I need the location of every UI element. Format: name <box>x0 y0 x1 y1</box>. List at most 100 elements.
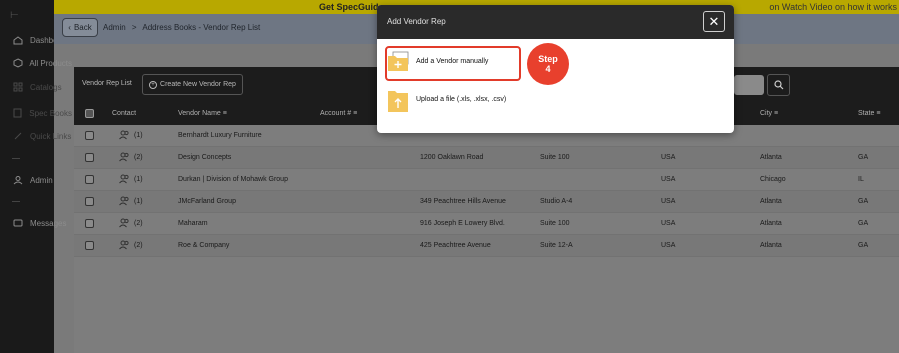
create-vendor-rep-button[interactable]: + Create New Vendor Rep <box>142 74 243 95</box>
step-badge-line2: 4 <box>545 64 551 74</box>
sidebar-item-messages[interactable]: Messages <box>12 216 72 230</box>
cell-state: IL <box>858 176 864 183</box>
cell-state: GA <box>858 220 869 227</box>
column-label: Account # <box>320 110 352 117</box>
search-icon <box>773 80 783 90</box>
cell-contact-count[interactable]: (2) <box>134 242 143 249</box>
modal-title: Add Vendor Rep <box>387 17 446 26</box>
collapse-sidebar-icon[interactable]: ⊢ <box>10 10 19 21</box>
create-vendor-rep-label: Create New Vendor Rep <box>160 81 236 88</box>
row-checkbox[interactable] <box>85 153 94 162</box>
banner-text: Get SpecGuide <box>319 2 384 12</box>
sidebar-divider <box>12 201 20 202</box>
cell-address: 916 Joseph E Lowery Blvd. <box>420 220 505 227</box>
column-label: City <box>760 110 773 117</box>
sidebar-item-catalogs[interactable]: Catalogs <box>12 80 72 94</box>
cell-state: GA <box>858 154 869 161</box>
contacts-icon <box>119 174 130 186</box>
cell-state: GA <box>858 198 869 205</box>
column-contact: Contact <box>112 110 137 117</box>
sidebar-item-label: Spec Books <box>29 108 72 118</box>
link-icon <box>12 131 24 141</box>
column-label: State <box>858 110 875 117</box>
banner-right-text[interactable]: on Watch Video on how it works <box>769 2 897 12</box>
cell-vendor-name: JMcFarland Group <box>178 198 236 205</box>
contacts-icon <box>119 152 130 164</box>
cell-country: USA <box>661 198 676 205</box>
column-label: Vendor Name <box>178 110 221 117</box>
cell-city: Atlanta <box>760 220 782 227</box>
row-checkbox[interactable] <box>85 175 94 184</box>
back-button[interactable]: ‹ Back <box>62 18 98 37</box>
cell-contact-count[interactable]: (1) <box>134 176 143 183</box>
cell-address: 1200 Oaklawn Road <box>420 154 484 161</box>
column-city[interactable]: City ≡ <box>760 110 778 117</box>
row-checkbox[interactable] <box>85 197 94 206</box>
row-checkbox[interactable] <box>85 131 94 140</box>
cube-icon <box>12 58 23 68</box>
sort-icon: ≡ <box>774 110 779 117</box>
document-icon <box>12 108 23 118</box>
back-button-label: Back <box>73 23 92 32</box>
cell-vendor-name: Durkan | Division of Mohawk Group <box>178 176 288 183</box>
column-state[interactable]: State ≡ <box>858 110 880 117</box>
sidebar-divider <box>12 158 20 159</box>
sidebar-item-spec-books[interactable]: Spec Books <box>12 106 72 120</box>
sidebar: ⊢ Dashboard All Products Catalogs Spec B… <box>0 0 72 353</box>
sort-icon: ≡ <box>222 110 227 117</box>
row-checkbox[interactable] <box>85 241 94 250</box>
home-icon <box>12 35 24 45</box>
upload-file-option[interactable]: Upload a file (.xls, .xlsx, .csv) <box>387 89 507 112</box>
user-icon <box>12 175 24 185</box>
close-button[interactable]: ✕ <box>703 11 725 32</box>
sidebar-item-all-products[interactable]: All Products <box>12 56 72 70</box>
sidebar-item-label: Admin <box>30 175 53 185</box>
contacts-icon <box>119 130 130 142</box>
table-row[interactable]: (1) Durkan | Division of Mohawk Group USA C… <box>74 169 899 191</box>
cell-address: 425 Peachtree Avenue <box>420 242 491 249</box>
table-row[interactable]: (1) JMcFarland Group 349 Peachtree Hills A… <box>74 191 899 213</box>
select-all-checkbox[interactable] <box>85 109 94 120</box>
grid-icon <box>12 82 24 92</box>
contacts-icon <box>119 196 130 208</box>
table-row[interactable]: (2) Roe & Company 425 Peachtree Avenue Suit… <box>74 235 899 257</box>
sidebar-item-quick-links[interactable]: Quick Links <box>12 129 72 143</box>
breadcrumb: Admin > Address Books - Vendor Rep List <box>103 23 264 32</box>
folder-upload-icon <box>387 89 410 112</box>
column-vendor-name[interactable]: Vendor Name ≡ <box>178 110 227 117</box>
cell-contact-count[interactable]: (2) <box>134 154 143 161</box>
cell-suite: Suite 100 <box>540 220 570 227</box>
cell-country: USA <box>661 154 676 161</box>
close-icon: ✕ <box>708 13 720 29</box>
breadcrumb-admin[interactable]: Admin <box>103 23 126 32</box>
sort-icon: ≡ <box>353 110 358 117</box>
search-button[interactable] <box>767 74 790 96</box>
cell-suite: Studio A-4 <box>540 198 573 205</box>
cell-contact-count[interactable]: (2) <box>134 220 143 227</box>
row-checkbox[interactable] <box>85 219 94 228</box>
cell-vendor-name: Roe & Company <box>178 242 230 249</box>
cell-address: 349 Peachtree Hills Avenue <box>420 198 506 205</box>
cell-country: USA <box>661 242 676 249</box>
cell-vendor-name: Maharam <box>178 220 208 227</box>
breadcrumb-current: Address Books - Vendor Rep List <box>142 23 261 32</box>
upload-file-label: Upload a file (.xls, .xlsx, .csv) <box>416 96 507 103</box>
message-icon <box>12 218 24 228</box>
sort-icon: ≡ <box>876 110 881 117</box>
step-badge: Step 4 <box>527 43 569 85</box>
cell-contact-count[interactable]: (1) <box>134 198 143 205</box>
cell-city: Chicago <box>760 176 786 183</box>
cell-suite: Suite 12-A <box>540 242 573 249</box>
table-row[interactable]: (2) Design Concepts 1200 Oaklawn Road Suite… <box>74 147 899 169</box>
column-account[interactable]: Account # ≡ <box>320 110 357 117</box>
cell-vendor-name: Design Concepts <box>178 154 232 161</box>
chevron-left-icon: ‹ <box>68 23 71 32</box>
tab-vendor-rep-list[interactable]: Vendor Rep List <box>82 80 132 87</box>
contacts-icon <box>119 218 130 230</box>
cell-city: Atlanta <box>760 154 782 161</box>
sidebar-item-admin[interactable]: Admin <box>12 173 72 187</box>
sidebar-item-label: All Products <box>29 58 72 68</box>
table-row[interactable]: (2) Maharam 916 Joseph E Lowery Blvd. Suite… <box>74 213 899 235</box>
search-input[interactable] <box>734 75 764 95</box>
cell-contact-count[interactable]: (1) <box>134 132 143 139</box>
